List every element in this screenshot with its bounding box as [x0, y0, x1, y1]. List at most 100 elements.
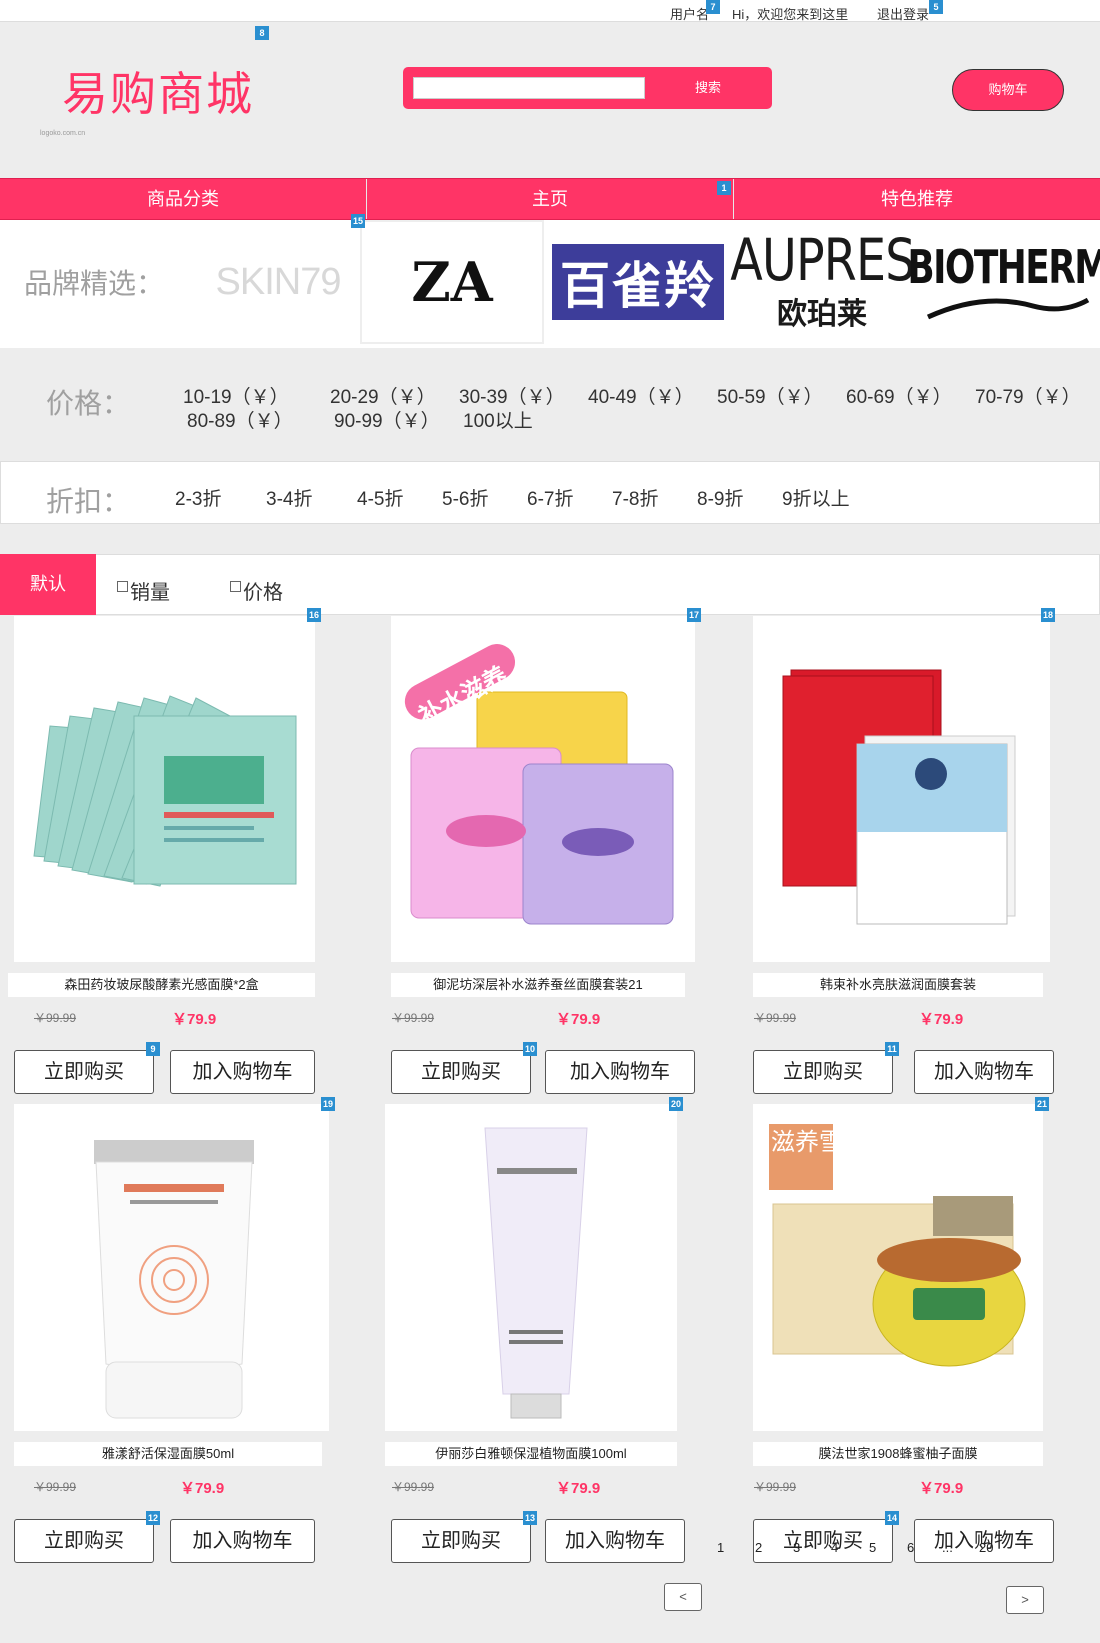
- price-option[interactable]: 40-49（￥）: [588, 382, 694, 409]
- pager-page[interactable]: 1: [717, 1540, 724, 1555]
- sort-price-option[interactable]: 价格: [230, 576, 283, 605]
- price-option[interactable]: 30-39（￥）: [459, 382, 565, 409]
- buy-now-button[interactable]: 立即购买: [391, 1519, 531, 1563]
- sort-default-tab[interactable]: 默认: [0, 554, 96, 615]
- brand-aupres-logo: AUPRES: [729, 226, 915, 294]
- site-logo[interactable]: 易购商城: [62, 58, 254, 124]
- annotation-badge: 5: [929, 0, 943, 14]
- discount-option[interactable]: 2-3折: [175, 484, 221, 511]
- price-option[interactable]: 50-59（￥）: [717, 382, 823, 409]
- product-image[interactable]: 补水滋养: [391, 616, 695, 962]
- product-price: ￥79.9: [919, 1011, 964, 1028]
- pager-page[interactable]: 6: [907, 1540, 914, 1555]
- discount-option[interactable]: 4-5折: [357, 484, 403, 511]
- mask-pack-fan-icon: [33, 695, 297, 887]
- greeting-text: Hi，欢迎您来到这里: [732, 7, 849, 22]
- brand-skin79[interactable]: SKIN79: [215, 220, 342, 344]
- product-old-price: ￥99.99: [34, 1011, 77, 1025]
- avene-tube-icon: [94, 1140, 254, 1419]
- annotation-badge: 20: [669, 1097, 683, 1111]
- product-name[interactable]: 膜法世家1908蜂蜜柚子面膜: [753, 1442, 1043, 1466]
- brand-baiqueling[interactable]: 百雀羚: [546, 220, 730, 344]
- brand-skin79-logo: SKIN79: [215, 260, 342, 303]
- buy-now-button[interactable]: 立即购买: [391, 1050, 531, 1094]
- pager-page[interactable]: 3: [793, 1540, 800, 1555]
- product-name[interactable]: 雅漾舒活保湿面膜50ml: [14, 1442, 322, 1466]
- add-to-cart-button[interactable]: 加入购物车: [545, 1519, 685, 1563]
- brand-za[interactable]: ZA: [360, 220, 544, 344]
- annotation-badge: 18: [1041, 608, 1055, 622]
- discount-option[interactable]: 5-6折: [442, 484, 488, 511]
- buy-now-button[interactable]: 立即购买: [14, 1519, 154, 1563]
- annotation-badge: 12: [146, 1511, 160, 1525]
- sort-sales-label: 销量: [130, 582, 170, 604]
- product-name[interactable]: 伊丽莎白雅顿保湿植物面膜100ml: [385, 1442, 677, 1466]
- sort-price-checkbox[interactable]: [230, 581, 241, 592]
- product-name[interactable]: 御泥坊深层补水滋养蚕丝面膜套装21: [391, 973, 685, 997]
- pager-ellipsis: ...: [942, 1540, 953, 1555]
- product-image[interactable]: [753, 616, 1050, 962]
- price-option[interactable]: 80-89（￥）: [187, 406, 293, 433]
- pager-page[interactable]: 2: [755, 1540, 762, 1555]
- product-price: ￥79.9: [172, 1011, 217, 1028]
- product-name[interactable]: 韩束补水亮肤滋润面膜套装: [753, 973, 1043, 997]
- sort-sales-option[interactable]: 销量: [117, 576, 170, 605]
- price-option[interactable]: 20-29（￥）: [330, 382, 436, 409]
- buy-now-button[interactable]: 立即购买: [14, 1050, 154, 1094]
- username-link[interactable]: 用户名: [670, 4, 709, 23]
- annotation-badge: 15: [351, 214, 365, 228]
- logo-subtext: logoko.com.cn: [40, 130, 86, 137]
- annotation-badge: 17: [687, 608, 701, 622]
- search-input[interactable]: [413, 77, 645, 99]
- logout-link[interactable]: 退出登录: [877, 4, 929, 23]
- discount-option[interactable]: 9折以上: [782, 484, 850, 511]
- price-option[interactable]: 60-69（￥）: [846, 382, 952, 409]
- product-image[interactable]: [14, 616, 315, 962]
- brand-biotherm[interactable]: BIOTHERM: [907, 220, 1100, 344]
- annotation-badge: 13: [523, 1511, 537, 1525]
- kans-mask-set-icon: [782, 669, 1016, 925]
- price-option[interactable]: 10-19（￥）: [183, 382, 289, 409]
- nav-item-featured[interactable]: 特色推荐: [734, 179, 1100, 219]
- nav-item-categories[interactable]: 商品分类: [0, 179, 367, 219]
- discount-option[interactable]: 8-9折: [697, 484, 743, 511]
- cart-button[interactable]: 购物车: [952, 69, 1064, 111]
- price-filter-label: 价格：: [46, 388, 131, 419]
- price-option[interactable]: 90-99（￥）: [334, 406, 440, 433]
- brand-biotherm-logo: BIOTHERM: [907, 240, 1100, 294]
- price-option[interactable]: 70-79（￥）: [975, 382, 1081, 409]
- product-image[interactable]: 滋养雪肌: [753, 1104, 1043, 1431]
- pager-prev-button[interactable]: <: [664, 1583, 702, 1611]
- product-name[interactable]: 森田药妆玻尿酸酵素光感面膜*2盒: [8, 973, 315, 997]
- product-old-price: ￥99.99: [34, 1480, 77, 1494]
- product-price: ￥79.9: [919, 1480, 964, 1497]
- search-button[interactable]: 搜索: [653, 77, 763, 99]
- discount-option[interactable]: 6-7折: [527, 484, 573, 511]
- product-tag: 滋养雪肌: [771, 1129, 867, 1156]
- add-to-cart-button[interactable]: 加入购物车: [545, 1050, 695, 1094]
- pager-page[interactable]: 5: [869, 1540, 876, 1555]
- add-to-cart-button[interactable]: 加入购物车: [170, 1050, 315, 1094]
- add-to-cart-button[interactable]: 加入购物车: [170, 1519, 315, 1563]
- brand-baiqueling-logo: 百雀羚: [552, 244, 724, 320]
- brand-aupres[interactable]: AUPRES 欧珀莱: [729, 220, 915, 344]
- annotation-badge: 21: [1035, 1097, 1049, 1111]
- product-price: ￥79.9: [556, 1480, 601, 1497]
- product-image[interactable]: [385, 1104, 677, 1431]
- pager-next-button[interactable]: >: [1006, 1586, 1044, 1614]
- nav-item-home[interactable]: 主页: [367, 179, 734, 219]
- pager-page[interactable]: 4: [831, 1540, 838, 1555]
- discount-option[interactable]: 3-4折: [266, 484, 312, 511]
- sort-sales-checkbox[interactable]: [117, 581, 128, 592]
- search-bar: 搜索: [403, 67, 772, 109]
- discount-option[interactable]: 7-8折: [612, 484, 658, 511]
- price-option[interactable]: 100以上: [463, 406, 533, 433]
- product-image[interactable]: [14, 1104, 329, 1431]
- annotation-badge: 7: [706, 0, 720, 14]
- pager-page[interactable]: 20: [979, 1540, 993, 1555]
- annotation-badge: 19: [321, 1097, 335, 1111]
- buy-now-button[interactable]: 立即购买: [753, 1050, 893, 1094]
- annotation-badge: 16: [307, 608, 321, 622]
- annotation-badge: 10: [523, 1042, 537, 1056]
- add-to-cart-button[interactable]: 加入购物车: [914, 1050, 1054, 1094]
